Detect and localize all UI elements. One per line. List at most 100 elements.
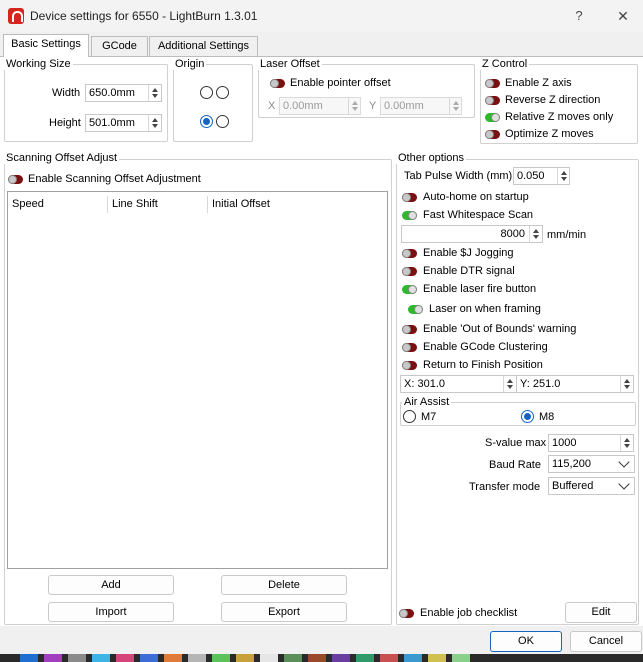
relative-z-moves-label: Relative Z moves only (505, 111, 614, 123)
relative-z-moves-toggle[interactable] (485, 113, 500, 122)
enable-scanning-offset-label: Enable Scanning Offset Adjustment (28, 173, 201, 185)
color-chip (44, 654, 62, 662)
air-assist-m7-radio[interactable] (403, 410, 416, 423)
return-to-finish-toggle[interactable] (402, 361, 417, 370)
enable-laser-fire-button-toggle[interactable] (402, 285, 417, 294)
offset-x-value: 0.00mm (283, 100, 323, 112)
auto-home-toggle[interactable] (402, 193, 417, 202)
color-chip (92, 654, 110, 662)
color-chip (116, 654, 134, 662)
origin-top-left-radio[interactable] (200, 86, 213, 99)
laser-offset-title: Laser Offset (258, 58, 322, 70)
whitespace-speed-spinner[interactable] (529, 226, 541, 242)
air-assist-m7-label: M7 (421, 411, 437, 423)
close-button[interactable]: ✕ (612, 6, 634, 26)
enable-pointer-offset-toggle[interactable] (270, 79, 285, 88)
color-chip (356, 654, 374, 662)
finish-y-spinner[interactable] (620, 376, 632, 392)
help-button[interactable]: ? (568, 6, 590, 26)
enable-z-axis-toggle[interactable] (485, 79, 500, 88)
gcode-clustering-label: Enable GCode Clustering (423, 341, 548, 353)
finish-y-label: Y: (520, 378, 530, 390)
origin-bottom-right-radio[interactable] (216, 115, 229, 128)
color-chip (332, 654, 350, 662)
enable-laser-fire-button-label: Enable laser fire button (423, 283, 537, 295)
finish-x-field[interactable]: X: 301.0 (400, 375, 517, 393)
gcode-clustering-toggle[interactable] (402, 343, 417, 352)
height-label: Height (49, 117, 81, 129)
laser-on-framing-toggle[interactable] (408, 305, 423, 314)
finish-y-value: 251.0 (532, 378, 561, 390)
edit-checklist-button[interactable]: Edit (565, 602, 637, 623)
import-button[interactable]: Import (48, 602, 174, 622)
offset-y-spinner[interactable] (449, 98, 461, 114)
column-header-initial-offset[interactable]: Initial Offset (208, 196, 328, 212)
air-assist-m8-radio[interactable] (521, 410, 534, 423)
finish-x-spinner[interactable] (503, 376, 515, 392)
export-button[interactable]: Export (221, 602, 347, 622)
optimize-z-moves-toggle[interactable] (485, 130, 500, 139)
scanning-offset-title: Scanning Offset Adjust (4, 152, 120, 164)
tab-gcode[interactable]: GCode (91, 36, 148, 56)
cancel-button[interactable]: Cancel (570, 631, 642, 652)
enable-scanning-offset-toggle[interactable] (8, 175, 23, 184)
window-title: Device settings for 6550 - LightBurn 1.3… (30, 9, 258, 23)
return-to-finish-label: Return to Finish Position (423, 359, 543, 371)
finish-y-field[interactable]: Y: 251.0 (516, 375, 634, 393)
offset-x-spinner[interactable] (348, 98, 360, 114)
height-value: 501.0mm (89, 117, 135, 129)
origin-bottom-left-radio[interactable] (200, 115, 213, 128)
other-options-title: Other options (396, 152, 467, 164)
width-label: Width (52, 87, 81, 99)
delete-button[interactable]: Delete (221, 575, 347, 595)
scanning-offset-table[interactable] (7, 191, 388, 569)
s-value-max-value: 1000 (552, 437, 577, 449)
color-chip (68, 654, 86, 662)
color-chip (140, 654, 158, 662)
out-of-bounds-warning-label: Enable 'Out of Bounds' warning (423, 323, 577, 335)
s-value-max-spinner[interactable] (620, 435, 632, 451)
working-size-title: Working Size (4, 58, 73, 70)
height-spinner[interactable] (148, 115, 160, 131)
enable-job-checklist-label: Enable job checklist (420, 607, 518, 619)
tab-basic-settings[interactable]: Basic Settings (3, 34, 89, 57)
origin-group (173, 64, 253, 142)
air-assist-title: Air Assist (402, 396, 452, 408)
column-header-speed[interactable]: Speed (8, 196, 108, 212)
width-value: 650.0mm (89, 87, 135, 99)
color-chip (164, 654, 182, 662)
add-button[interactable]: Add (48, 575, 174, 595)
enable-dtr-signal-label: Enable DTR signal (423, 265, 515, 277)
baud-rate-label: Baud Rate (489, 459, 541, 471)
auto-home-label: Auto-home on startup (423, 191, 529, 203)
s-value-max-label: S-value max (485, 437, 547, 449)
optimize-z-moves-label: Optimize Z moves (505, 128, 594, 140)
color-chip (284, 654, 302, 662)
tab-pulse-width-value: 0.050 (517, 170, 545, 182)
enable-j-jogging-toggle[interactable] (402, 249, 417, 258)
column-header-line-shift[interactable]: Line Shift (108, 196, 208, 212)
out-of-bounds-warning-toggle[interactable] (402, 325, 417, 334)
lightburn-logo-icon (8, 8, 24, 24)
width-spinner[interactable] (148, 85, 160, 101)
offset-y-value: 0.00mm (384, 100, 424, 112)
laser-on-framing-label: Laser on when framing (429, 303, 541, 315)
color-chip (404, 654, 422, 662)
tab-additional-settings[interactable]: Additional Settings (149, 36, 258, 56)
transfer-mode-value: Buffered (552, 480, 594, 492)
enable-job-checklist-toggle[interactable] (399, 609, 414, 618)
color-chip (380, 654, 398, 662)
origin-top-right-radio[interactable] (216, 86, 229, 99)
enable-pointer-offset-label: Enable pointer offset (290, 77, 391, 89)
offset-y-label: Y (369, 100, 377, 112)
fast-whitespace-label: Fast Whitespace Scan (423, 209, 534, 221)
tab-pulse-width-spinner[interactable] (557, 168, 569, 184)
reverse-z-direction-toggle[interactable] (485, 96, 500, 105)
ok-button[interactable]: OK (490, 631, 562, 652)
fast-whitespace-toggle[interactable] (402, 211, 417, 220)
tab-pulse-width-label: Tab Pulse Width (mm) (404, 170, 513, 182)
z-control-title: Z Control (480, 58, 530, 70)
color-chip (452, 654, 470, 662)
enable-dtr-signal-toggle[interactable] (402, 267, 417, 276)
whitespace-speed-field[interactable]: 8000 (401, 225, 543, 243)
